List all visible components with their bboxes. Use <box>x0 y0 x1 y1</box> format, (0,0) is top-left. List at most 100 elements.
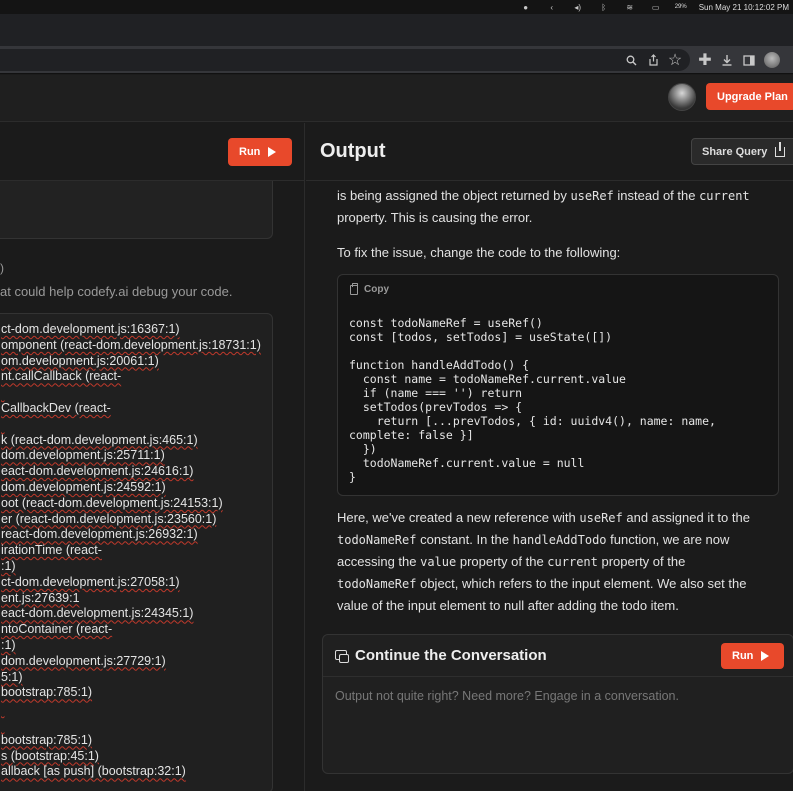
stack-trace: ct-dom.development.js:16367:1) omponent (… <box>1 322 261 780</box>
input-panel-header: Run <box>0 123 305 181</box>
bookmark-star-icon[interactable]: ☆ <box>668 52 682 69</box>
text-fragment: property of the <box>456 554 548 569</box>
stack-trace-line: s (bootstrap:45:1) <box>1 748 99 763</box>
clipboard-icon <box>350 282 358 295</box>
share-query-button[interactable]: Share Query <box>691 138 793 165</box>
inline-code: handleAddTodo <box>512 533 607 547</box>
stack-trace-line: :1) <box>1 637 16 652</box>
record-icon[interactable]: ● <box>519 0 533 14</box>
code-line: complete: false }] <box>349 428 474 442</box>
stack-trace-line: ent.js:27639:1 <box>1 590 80 605</box>
bluetooth-icon[interactable]: ᛒ <box>597 0 611 14</box>
code-line: function handleAddTodo() { <box>349 358 530 372</box>
stack-trace-line <box>1 385 261 401</box>
inline-code: current <box>547 555 598 569</box>
text-fragment: and assigned it to the <box>622 510 750 525</box>
stack-trace-line: oot (react-dom.development.js:24153:1) <box>1 495 223 510</box>
stack-trace-line: k (react-dom.development.js:465:1) <box>1 432 198 447</box>
code-block: Copy const todoNameRef = useRef() const [… <box>337 274 779 496</box>
stack-trace-line: bootstrap:785:1) <box>1 732 93 747</box>
output-paragraph-1: is being assigned the object returned by… <box>337 185 767 228</box>
browser-profile-avatar[interactable] <box>764 52 780 68</box>
app-header: Upgrade Plan <box>0 75 793 122</box>
battery-icon[interactable]: ▭ <box>649 0 663 14</box>
run-button[interactable]: Run <box>228 138 292 166</box>
stack-trace-line: bootstrap:785:1) <box>1 685 93 700</box>
stack-trace-line: 5:1) <box>1 669 23 684</box>
code-line: setTodos(prevTodos => { <box>349 400 523 414</box>
inline-code: todoNameRef <box>337 533 417 547</box>
run-button-label: Run <box>239 146 261 158</box>
browser-toolbar: ☆ ✚ <box>0 46 793 74</box>
stack-trace-line: dom.development.js:25711:1) <box>1 448 165 463</box>
battery-percentage: 29% <box>674 4 687 10</box>
upgrade-plan-button[interactable]: Upgrade Plan <box>706 83 793 110</box>
text-fragment: Here, we've created a new reference with <box>337 510 580 525</box>
stack-trace-line: dom.development.js:27729:1) <box>1 653 166 668</box>
wifi-icon[interactable]: ≋ <box>623 0 637 14</box>
error-field-hint: at could help codefy.ai debug your code. <box>0 284 233 299</box>
text-fragment: constant. In the <box>416 532 513 547</box>
conversation-title: Continue the Conversation <box>355 647 547 664</box>
stack-trace-line: eact-dom.development.js:24616:1) <box>1 464 194 479</box>
inline-code: useRef <box>579 511 623 525</box>
output-panel: Output Share Query is being assigned the… <box>306 123 793 791</box>
stack-trace-line: react-dom.development.js:26932:1) <box>1 527 198 542</box>
stack-trace-line: dom.development.js:24592:1) <box>1 479 166 494</box>
copy-label: Copy <box>364 284 389 295</box>
download-icon[interactable] <box>720 53 734 67</box>
stack-trace-line: ntoContainer (react- <box>1 622 113 637</box>
zoom-icon[interactable] <box>624 53 638 67</box>
text-fragment: property. This is causing the error. <box>337 210 533 225</box>
stack-trace-line: :1) <box>1 558 16 573</box>
extensions-icon[interactable]: ✚ <box>698 52 712 69</box>
output-header: Output Share Query <box>306 123 793 181</box>
address-bar[interactable]: ☆ <box>0 49 690 71</box>
share-page-icon[interactable] <box>646 53 660 67</box>
chevron-left-icon[interactable]: ‹ <box>545 0 559 14</box>
stack-trace-line: irationTime (react- <box>1 543 102 558</box>
stack-trace-line: CallbackDev (react- <box>1 400 111 415</box>
inline-code: current <box>699 189 750 203</box>
output-paragraph-2: To fix the issue, change the code to the… <box>337 245 621 260</box>
stack-trace-line: omponent (react-dom.development.js:18731… <box>1 337 261 352</box>
menu-bar-tray: ● ‹ ◂) ᛒ ≋ ▭ 29% Sun May 21 10:12:02 PM <box>519 0 793 14</box>
code-line: const todoNameRef = useRef() <box>349 316 543 330</box>
conversation-run-button[interactable]: Run <box>721 643 784 669</box>
conversation-input[interactable]: Output not quite right? Need more? Engag… <box>335 689 679 703</box>
stack-trace-line: om.development.js:20061:1) <box>1 353 159 368</box>
stack-trace-line <box>1 701 261 717</box>
play-icon <box>761 651 770 661</box>
stack-trace-line: eact-dom.development.js:24345:1) <box>1 606 194 621</box>
share-query-label: Share Query <box>702 145 768 158</box>
chat-icon <box>335 650 349 663</box>
browser-tab-strip <box>0 14 793 46</box>
continue-conversation-panel: Continue the Conversation Run Output not… <box>322 634 793 774</box>
field-label-fragment: ) <box>0 261 4 275</box>
stack-trace-line <box>1 717 261 733</box>
volume-icon[interactable]: ◂) <box>571 0 585 14</box>
run-button-label: Run <box>732 650 754 662</box>
stack-trace-line: ct-dom.development.js:27058:1) <box>1 574 180 589</box>
inline-code: useRef <box>570 189 614 203</box>
code-input-box[interactable] <box>0 181 273 239</box>
copy-button[interactable]: Copy <box>350 282 389 295</box>
conversation-header: Continue the Conversation Run <box>323 635 793 677</box>
error-message-textarea[interactable]: ct-dom.development.js:16367:1) omponent (… <box>0 313 273 791</box>
code-line: const [todos, setTodos] = useState([]) <box>349 330 613 344</box>
code-line: }) <box>349 442 377 456</box>
inline-code: value <box>420 555 457 569</box>
input-panel: Run ) at could help codefy.ai debug your… <box>0 123 305 791</box>
text-fragment: instead of the <box>613 188 700 203</box>
code-line: return [...prevTodos, { id: uuidv4(), na… <box>349 414 716 428</box>
side-panel-icon[interactable] <box>742 53 756 67</box>
clock[interactable]: Sun May 21 10:12:02 PM <box>699 3 789 12</box>
stack-trace-line: er (react-dom.development.js:23560:1) <box>1 511 217 526</box>
user-avatar[interactable] <box>668 83 696 111</box>
code-line: todoNameRef.current.value = null <box>349 456 585 470</box>
stack-trace-line: nt.callCallback (react- <box>1 369 122 384</box>
share-icon <box>775 141 786 157</box>
inline-code: todoNameRef <box>337 577 417 591</box>
menu-bar: ● ‹ ◂) ᛒ ≋ ▭ 29% Sun May 21 10:12:02 PM <box>0 0 793 14</box>
